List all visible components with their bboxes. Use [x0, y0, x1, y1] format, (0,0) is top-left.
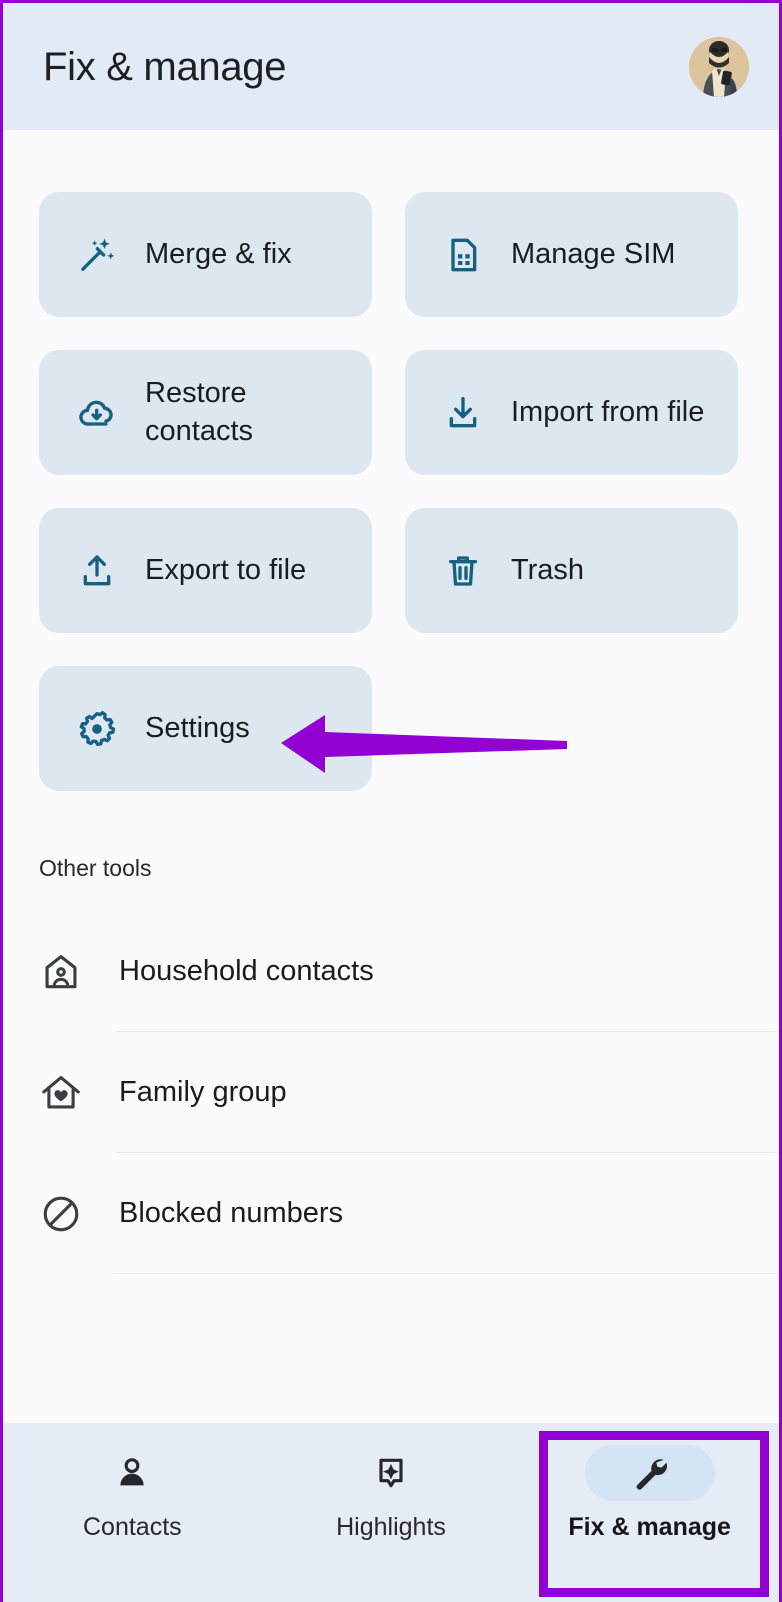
page-title: Fix & manage	[43, 44, 287, 89]
export-upload-icon	[77, 551, 117, 591]
tile-label: Import from file	[511, 395, 705, 428]
nav-item-label: Contacts	[83, 1513, 182, 1541]
tile-manage-sim[interactable]: Manage SIM	[405, 192, 738, 317]
nav-item-label: Fix & manage	[568, 1513, 731, 1541]
tile-label: Settings	[145, 711, 250, 744]
sim-card-icon	[443, 235, 483, 275]
tile-export-to-file[interactable]: Export to file	[39, 508, 372, 633]
list-item-household-contacts[interactable]: Household contacts	[3, 911, 779, 1032]
block-circle-icon	[39, 1192, 83, 1236]
nav-item-contacts[interactable]: Contacts	[3, 1445, 262, 1542]
tile-label: Manage SIM	[511, 237, 676, 270]
other-tools-list: Household contacts Family group Blocked …	[3, 911, 779, 1274]
sparkle-icon	[371, 1453, 411, 1493]
avatar[interactable]	[689, 36, 749, 97]
person-icon	[112, 1453, 152, 1493]
trash-icon	[443, 551, 483, 591]
tile-import-from-file[interactable]: Import from file	[405, 350, 738, 475]
tile-restore-contacts[interactable]: Restore contacts	[39, 350, 372, 475]
tile-label: Restore contacts	[145, 377, 253, 447]
app-header: Fix & manage	[3, 3, 779, 130]
tile-merge-and-fix[interactable]: Merge & fix	[39, 192, 372, 317]
tile-label: Merge & fix	[145, 237, 292, 270]
nav-pill	[67, 1445, 197, 1501]
nav-item-highlights[interactable]: Highlights	[262, 1445, 521, 1542]
tools-tile-grid: Merge & fix Manage SIM Restore contacts …	[39, 192, 739, 791]
tile-settings[interactable]: Settings	[39, 666, 372, 791]
list-item-blocked-numbers[interactable]: Blocked numbers	[3, 1153, 779, 1274]
nav-pill	[326, 1445, 456, 1501]
list-item-label: Blocked numbers	[119, 1197, 344, 1229]
nav-item-label: Highlights	[336, 1513, 446, 1541]
house-person-icon	[39, 950, 83, 994]
bottom-navigation-bar: Contacts Highlights Fix & manage	[3, 1423, 779, 1602]
wrench-icon	[630, 1453, 670, 1493]
tile-trash[interactable]: Trash	[405, 508, 738, 633]
magic-wand-icon	[77, 235, 117, 275]
list-item-label: Household contacts	[119, 955, 374, 987]
other-tools-heading: Other tools	[39, 855, 152, 881]
nav-item-fix-and-manage[interactable]: Fix & manage	[520, 1445, 779, 1542]
gear-icon	[77, 709, 117, 749]
cloud-restore-icon	[77, 393, 117, 433]
house-heart-icon	[39, 1071, 83, 1115]
app-screen: Fix & manage Merge & fix Manage SIM Rest…	[0, 0, 782, 1602]
tile-label: Trash	[511, 553, 585, 586]
list-item-label: Family group	[119, 1076, 287, 1108]
list-item-family-group[interactable]: Family group	[3, 1032, 779, 1153]
nav-pill-active	[584, 1445, 715, 1501]
tile-label: Export to file	[145, 553, 307, 586]
import-download-icon	[443, 393, 483, 433]
